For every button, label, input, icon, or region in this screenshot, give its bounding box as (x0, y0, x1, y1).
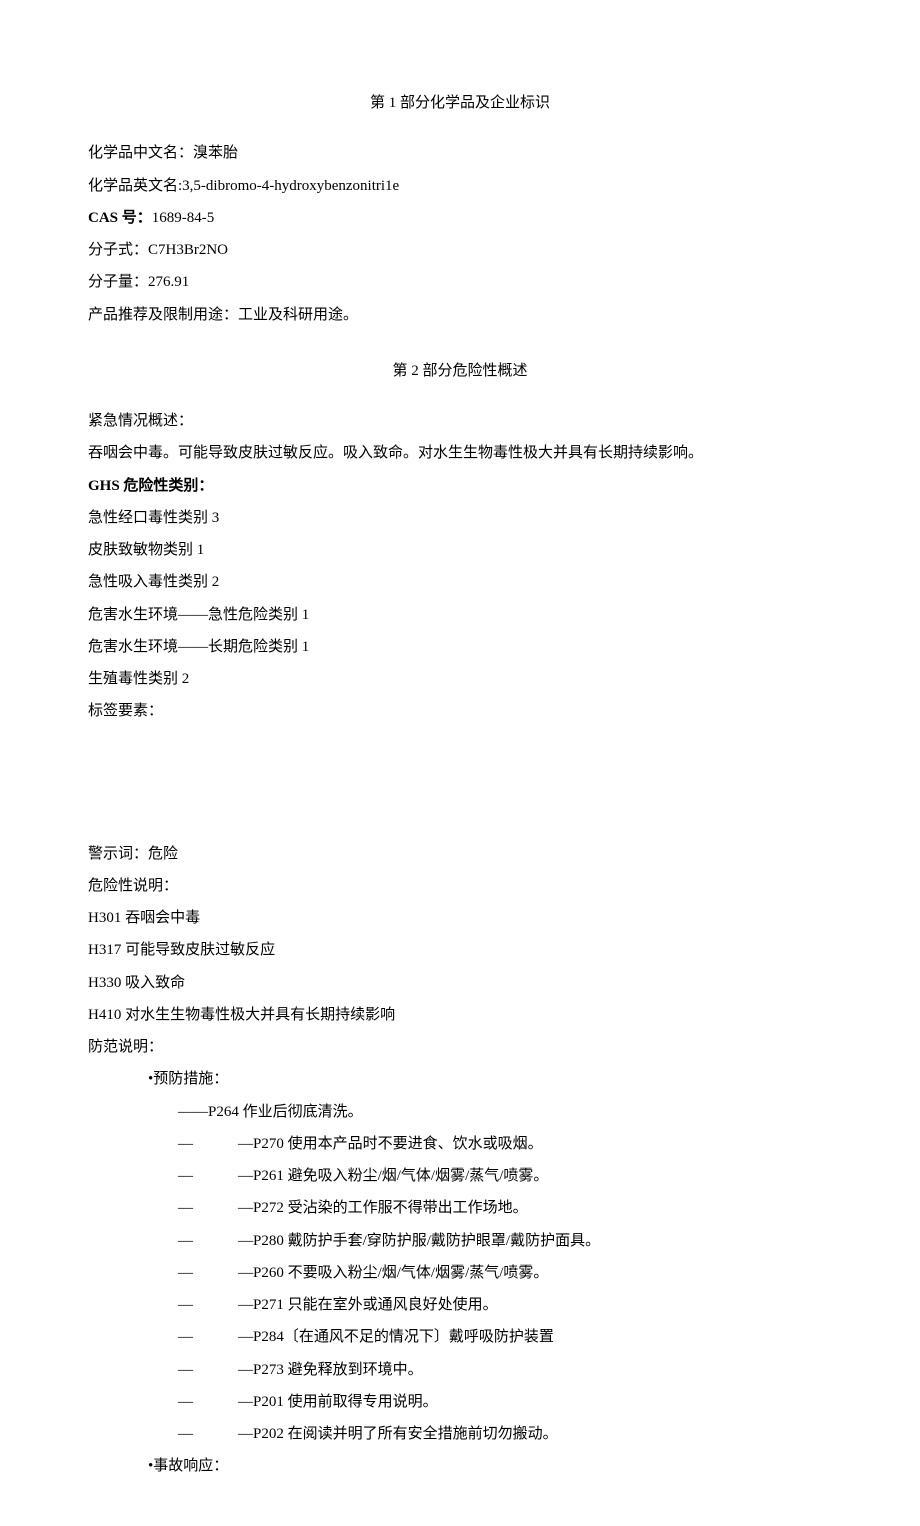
dash-icon: — (178, 1324, 238, 1350)
dash-icon: — (178, 1292, 238, 1318)
value-signal: 危险 (148, 846, 178, 862)
prevention-item: — —P284〔在通风不足的情况下〕戴呼吸防护装置 (88, 1324, 832, 1350)
precaution-label: 防范说明： (88, 1034, 832, 1060)
ghs-item: 生殖毒性类别 2 (88, 666, 832, 692)
prevention-text: —P260 不要吸入粉尘/烟/气体/烟雾/蒸气/喷雾。 (238, 1260, 548, 1286)
hazard-statement: H330 吸入致命 (88, 970, 832, 996)
prevention-item: — —P272 受沾染的工作服不得带出工作场地。 (88, 1195, 832, 1221)
row-signal: 警示词：危险 (88, 841, 832, 867)
prevention-header: •预防措施： (88, 1066, 832, 1092)
prevention-text: —P201 使用前取得专用说明。 (238, 1389, 438, 1415)
prevention-item: — —P280 戴防护手套/穿防护服/戴防护眼罩/戴防护面具。 (88, 1228, 832, 1254)
response-header: •事故响应： (88, 1453, 832, 1479)
section-2-title: 第 2 部分危险性概述 (88, 358, 832, 384)
dash-icon: — (178, 1421, 238, 1447)
row-mw: 分子量：276.91 (88, 269, 832, 295)
prevention-item: — —P201 使用前取得专用说明。 (88, 1389, 832, 1415)
prevention-text: —P280 戴防护手套/穿防护服/戴防护眼罩/戴防护面具。 (238, 1228, 600, 1254)
prevention-text: —P284〔在通风不足的情况下〕戴呼吸防护装置 (238, 1324, 554, 1350)
hazard-statement: H317 可能导致皮肤过敏反应 (88, 937, 832, 963)
prevention-text: —P272 受沾染的工作服不得带出工作场地。 (238, 1195, 528, 1221)
row-formula: 分子式：C7H3Br2NO (88, 237, 832, 263)
row-usage: 产品推荐及限制用途：工业及科研用途。 (88, 302, 832, 328)
value-usage: 工业及科研用途。 (238, 307, 358, 323)
label-mw: 分子量： (88, 274, 148, 290)
dash-icon: — (178, 1357, 238, 1383)
hazard-statement: H301 吞咽会中毒 (88, 905, 832, 931)
value-cas: 1689-84-5 (152, 210, 215, 226)
label-cas: CAS 号： (88, 210, 152, 226)
pictogram-placeholder (88, 731, 832, 841)
row-name-cn: 化学品中文名：溴苯胎 (88, 140, 832, 166)
label-name-cn: 化学品中文名： (88, 145, 193, 161)
label-elements: 标签要素： (88, 698, 832, 724)
ghs-item: 急性吸入毒性类别 2 (88, 569, 832, 595)
dash-icon: — (178, 1260, 238, 1286)
value-formula: C7H3Br2NO (148, 242, 228, 258)
row-name-en: 化学品英文名:3,5-dibromo-4-hydroxybenzonitri1e (88, 173, 832, 199)
row-cas: CAS 号：1689-84-5 (88, 205, 832, 231)
prevention-item: — —P261 避免吸入粉尘/烟/气体/烟雾/蒸气/喷雾。 (88, 1163, 832, 1189)
dash-icon: — (178, 1389, 238, 1415)
label-signal: 警示词： (88, 846, 148, 862)
prevention-text: —P261 避免吸入粉尘/烟/气体/烟雾/蒸气/喷雾。 (238, 1163, 548, 1189)
prevention-item: — —P260 不要吸入粉尘/烟/气体/烟雾/蒸气/喷雾。 (88, 1260, 832, 1286)
section-1-title: 第 1 部分化学品及企业标识 (88, 90, 832, 116)
ghs-label: GHS 危险性类别： (88, 473, 832, 499)
ghs-item: 皮肤致敏物类别 1 (88, 537, 832, 563)
prevention-item: — —P202 在阅读并明了所有安全措施前切勿搬动。 (88, 1421, 832, 1447)
prevention-item: — —P271 只能在室外或通风良好处使用。 (88, 1292, 832, 1318)
value-name-en: 3,5-dibromo-4-hydroxybenzonitri1e (182, 178, 399, 194)
prevention-text: —P271 只能在室外或通风良好处使用。 (238, 1292, 498, 1318)
hazard-statement: H410 对水生生物毒性极大并具有长期持续影响 (88, 1002, 832, 1028)
ghs-item: 急性经口毒性类别 3 (88, 505, 832, 531)
prevention-text: —P273 避免释放到环境中。 (238, 1357, 423, 1383)
prevention-item-first: ——P264 作业后彻底清洗。 (88, 1099, 832, 1125)
ghs-item: 危害水生环境——急性危险类别 1 (88, 602, 832, 628)
prevention-text: —P270 使用本产品时不要进食、饮水或吸烟。 (238, 1131, 543, 1157)
dash-icon: — (178, 1228, 238, 1254)
emergency-text: 吞咽会中毒。可能导致皮肤过敏反应。吸入致命。对水生生物毒性极大并具有长期持续影响… (88, 440, 832, 466)
prevention-text: —P202 在阅读并明了所有安全措施前切勿搬动。 (238, 1421, 558, 1447)
label-name-en: 化学品英文名: (88, 178, 182, 194)
ghs-item: 危害水生环境——长期危险类别 1 (88, 634, 832, 660)
label-usage: 产品推荐及限制用途： (88, 307, 238, 323)
prevention-item: — —P270 使用本产品时不要进食、饮水或吸烟。 (88, 1131, 832, 1157)
ghs-label-bold: GHS 危险性类别： (88, 478, 213, 494)
dash-icon: — (178, 1131, 238, 1157)
value-mw: 276.91 (148, 274, 189, 290)
dash-icon: — (178, 1163, 238, 1189)
prevention-item: — —P273 避免释放到环境中。 (88, 1357, 832, 1383)
dash-icon: — (178, 1195, 238, 1221)
value-name-cn: 溴苯胎 (193, 145, 238, 161)
label-formula: 分子式： (88, 242, 148, 258)
emergency-label: 紧急情况概述： (88, 408, 832, 434)
hazard-label: 危险性说明： (88, 873, 832, 899)
